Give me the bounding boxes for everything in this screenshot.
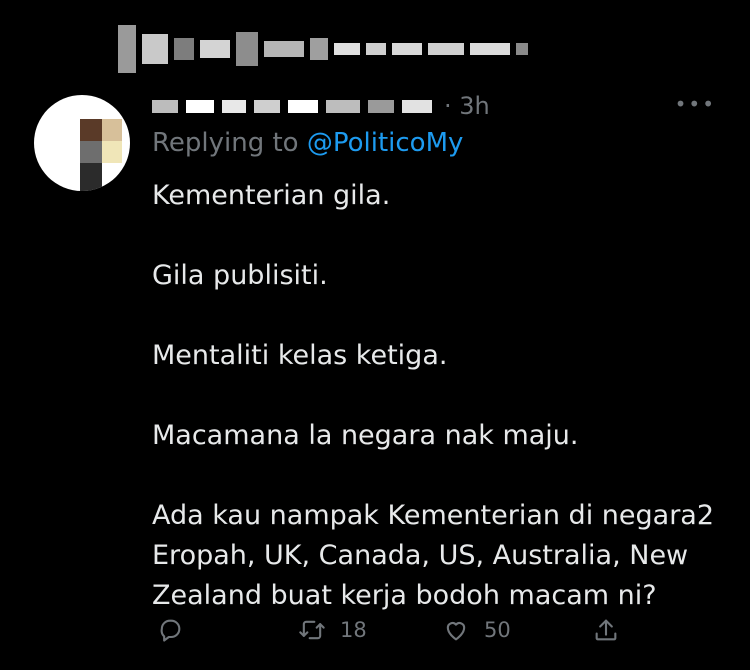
replying-to: Replying to @PoliticoMy bbox=[152, 128, 463, 158]
tweet-paragraph: Mentaliti kelas ketiga. bbox=[152, 340, 448, 371]
tweet-meta: · 3h bbox=[152, 90, 722, 122]
tweet-body: Kementerian gila. Gila publisiti. Mental… bbox=[152, 176, 732, 616]
more-options-icon[interactable]: ••• bbox=[675, 92, 716, 116]
tweet-actions: 18 50 bbox=[152, 610, 632, 650]
redacted-header-text bbox=[118, 18, 534, 80]
reply-icon bbox=[160, 619, 181, 642]
share-icon bbox=[595, 619, 617, 641]
like-count: 50 bbox=[484, 618, 511, 642]
replying-to-label: Replying to bbox=[152, 128, 307, 158]
avatar[interactable] bbox=[34, 95, 130, 191]
like-button[interactable]: 50 bbox=[442, 616, 511, 644]
retweet-button[interactable]: 18 bbox=[298, 616, 367, 644]
tweet-paragraph: Macamana la negara nak maju. bbox=[152, 420, 579, 451]
retweet-count: 18 bbox=[340, 618, 367, 642]
replying-to-mention-link[interactable]: @PoliticoMy bbox=[307, 128, 464, 158]
tweet-timestamp[interactable]: · 3h bbox=[444, 92, 490, 120]
tweet-paragraph: Kementerian gila. bbox=[152, 180, 391, 211]
tweet-paragraph: Gila publisiti. bbox=[152, 260, 328, 291]
reply-button[interactable] bbox=[156, 616, 198, 644]
redacted-name bbox=[152, 99, 178, 113]
retweet-icon bbox=[299, 620, 325, 640]
tweet-paragraph: Ada kau nampak Kementerian di negara2 Er… bbox=[152, 500, 715, 611]
like-icon bbox=[446, 622, 466, 641]
share-button[interactable] bbox=[592, 616, 620, 644]
